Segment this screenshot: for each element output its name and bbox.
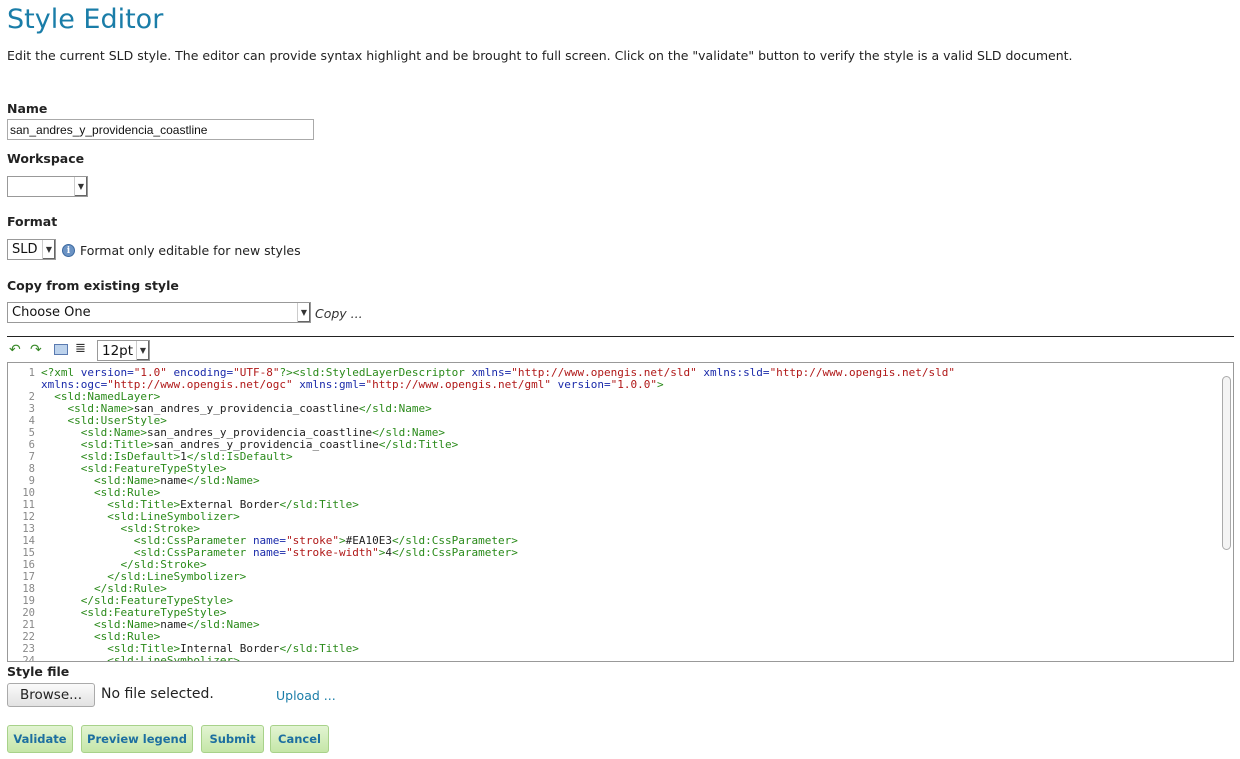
format-note: Format only editable for new styles <box>80 243 301 258</box>
reformat-icon[interactable]: ≣ <box>75 342 86 356</box>
name-label: Name <box>7 101 48 116</box>
line-number: 3 <box>28 403 35 415</box>
cancel-button[interactable]: Cancel <box>270 725 329 753</box>
preview-legend-button[interactable]: Preview legend <box>81 725 193 753</box>
line-number: 13 <box>22 523 35 535</box>
line-number: 11 <box>22 499 35 511</box>
chevron-down-icon: ▼ <box>136 341 149 360</box>
line-number: 5 <box>28 427 35 439</box>
page-title: Style Editor <box>7 4 164 35</box>
info-icon: i <box>62 244 75 257</box>
code-editor[interactable]: 1 2 3 4 5 6 7 8 9 10 11 12 13 14 15 16 17 18 19 20 21 22 23 24 … <box>7 362 1234 662</box>
line-number: 14 <box>22 535 35 547</box>
redo-icon[interactable]: ↷ <box>30 343 42 357</box>
style-file-label: Style file <box>7 664 70 679</box>
validate-button[interactable]: Validate <box>7 725 73 753</box>
line-number: 24 <box>22 655 35 662</box>
undo-icon[interactable]: ↶ <box>9 343 21 357</box>
font-size-value: 12pt <box>102 342 134 359</box>
format-label: Format <box>7 214 58 229</box>
font-size-select[interactable]: 12pt ▼ <box>97 340 150 361</box>
workspace-select[interactable]: ▼ <box>7 176 88 197</box>
line-number: 6 <box>28 439 35 451</box>
line-number: 16 <box>22 559 35 571</box>
line-number: 9 <box>28 475 35 487</box>
format-select[interactable]: SLD ▼ <box>7 239 56 260</box>
line-gutter: 1 2 3 4 5 6 7 8 9 10 11 12 13 14 15 16 17 18 19 20 21 22 23 24 <box>8 363 36 661</box>
goto-line-icon[interactable] <box>54 344 68 355</box>
scrollbar-thumb[interactable] <box>1222 376 1231 550</box>
editor-scrollbar[interactable] <box>1221 364 1232 660</box>
copy-style-select[interactable]: Choose One ▼ <box>7 302 311 323</box>
name-input[interactable]: san_andres_y_providencia_coastline <box>7 119 314 140</box>
browse-button[interactable]: Browse... <box>7 683 95 707</box>
line-number: 15 <box>22 547 35 559</box>
submit-button[interactable]: Submit <box>201 725 264 753</box>
copy-link[interactable]: Copy ... <box>315 306 363 321</box>
line-number: 18 <box>22 583 35 595</box>
line-number: 23 <box>22 643 35 655</box>
line-number: 12 <box>22 511 35 523</box>
page-description: Edit the current SLD style. The editor c… <box>7 48 1073 63</box>
divider <box>7 336 1234 337</box>
chevron-down-icon: ▼ <box>74 177 87 196</box>
copy-label: Copy from existing style <box>7 278 179 293</box>
chevron-down-icon: ▼ <box>297 303 310 322</box>
code-content[interactable]: <?xml version="1.0" encoding="UTF-8"?><s… <box>41 367 955 662</box>
line-number: 19 <box>22 595 35 607</box>
line-number: 2 <box>28 391 35 403</box>
line-number: 10 <box>22 487 35 499</box>
line-number: 17 <box>22 571 35 583</box>
file-status: No file selected. <box>101 686 214 702</box>
line-number: 22 <box>22 631 35 643</box>
line-number: 8 <box>28 463 35 475</box>
line-number: 7 <box>28 451 35 463</box>
line-number: 20 <box>22 607 35 619</box>
line-number: 1 <box>28 367 35 379</box>
format-select-value: SLD <box>12 242 38 257</box>
workspace-label: Workspace <box>7 151 85 166</box>
line-number: 4 <box>28 415 35 427</box>
line-number: 21 <box>22 619 35 631</box>
copy-style-select-value: Choose One <box>12 305 91 320</box>
chevron-down-icon: ▼ <box>42 240 55 259</box>
upload-link[interactable]: Upload ... <box>276 688 336 703</box>
